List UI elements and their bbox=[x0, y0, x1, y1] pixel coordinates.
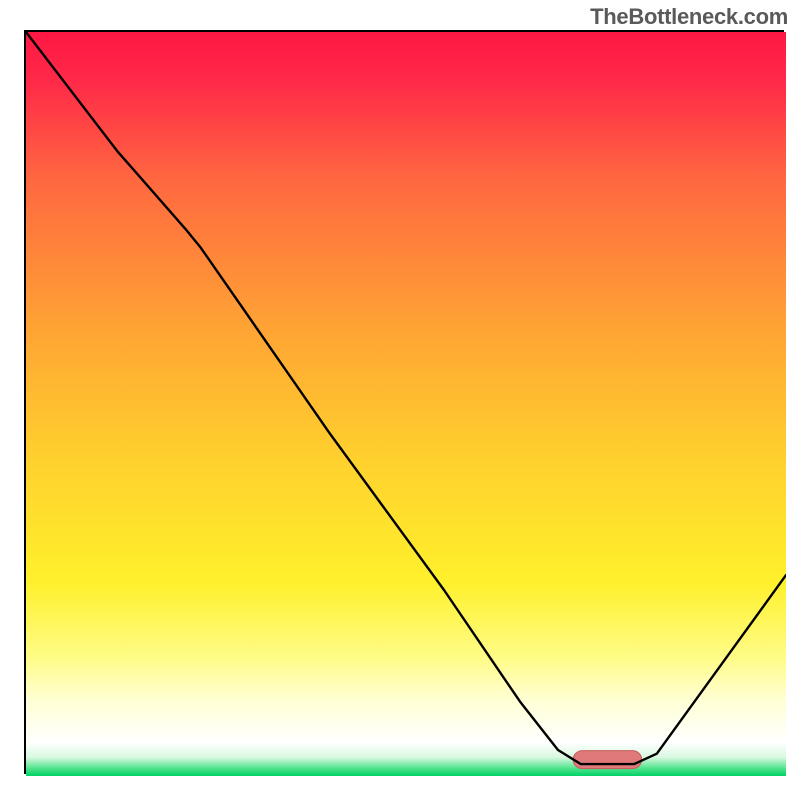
chart-plot-area bbox=[24, 30, 784, 774]
watermark-text: TheBottleneck.com bbox=[590, 4, 788, 30]
chart-svg bbox=[26, 32, 786, 776]
trough-marker bbox=[573, 751, 641, 769]
chart-background bbox=[26, 32, 786, 776]
